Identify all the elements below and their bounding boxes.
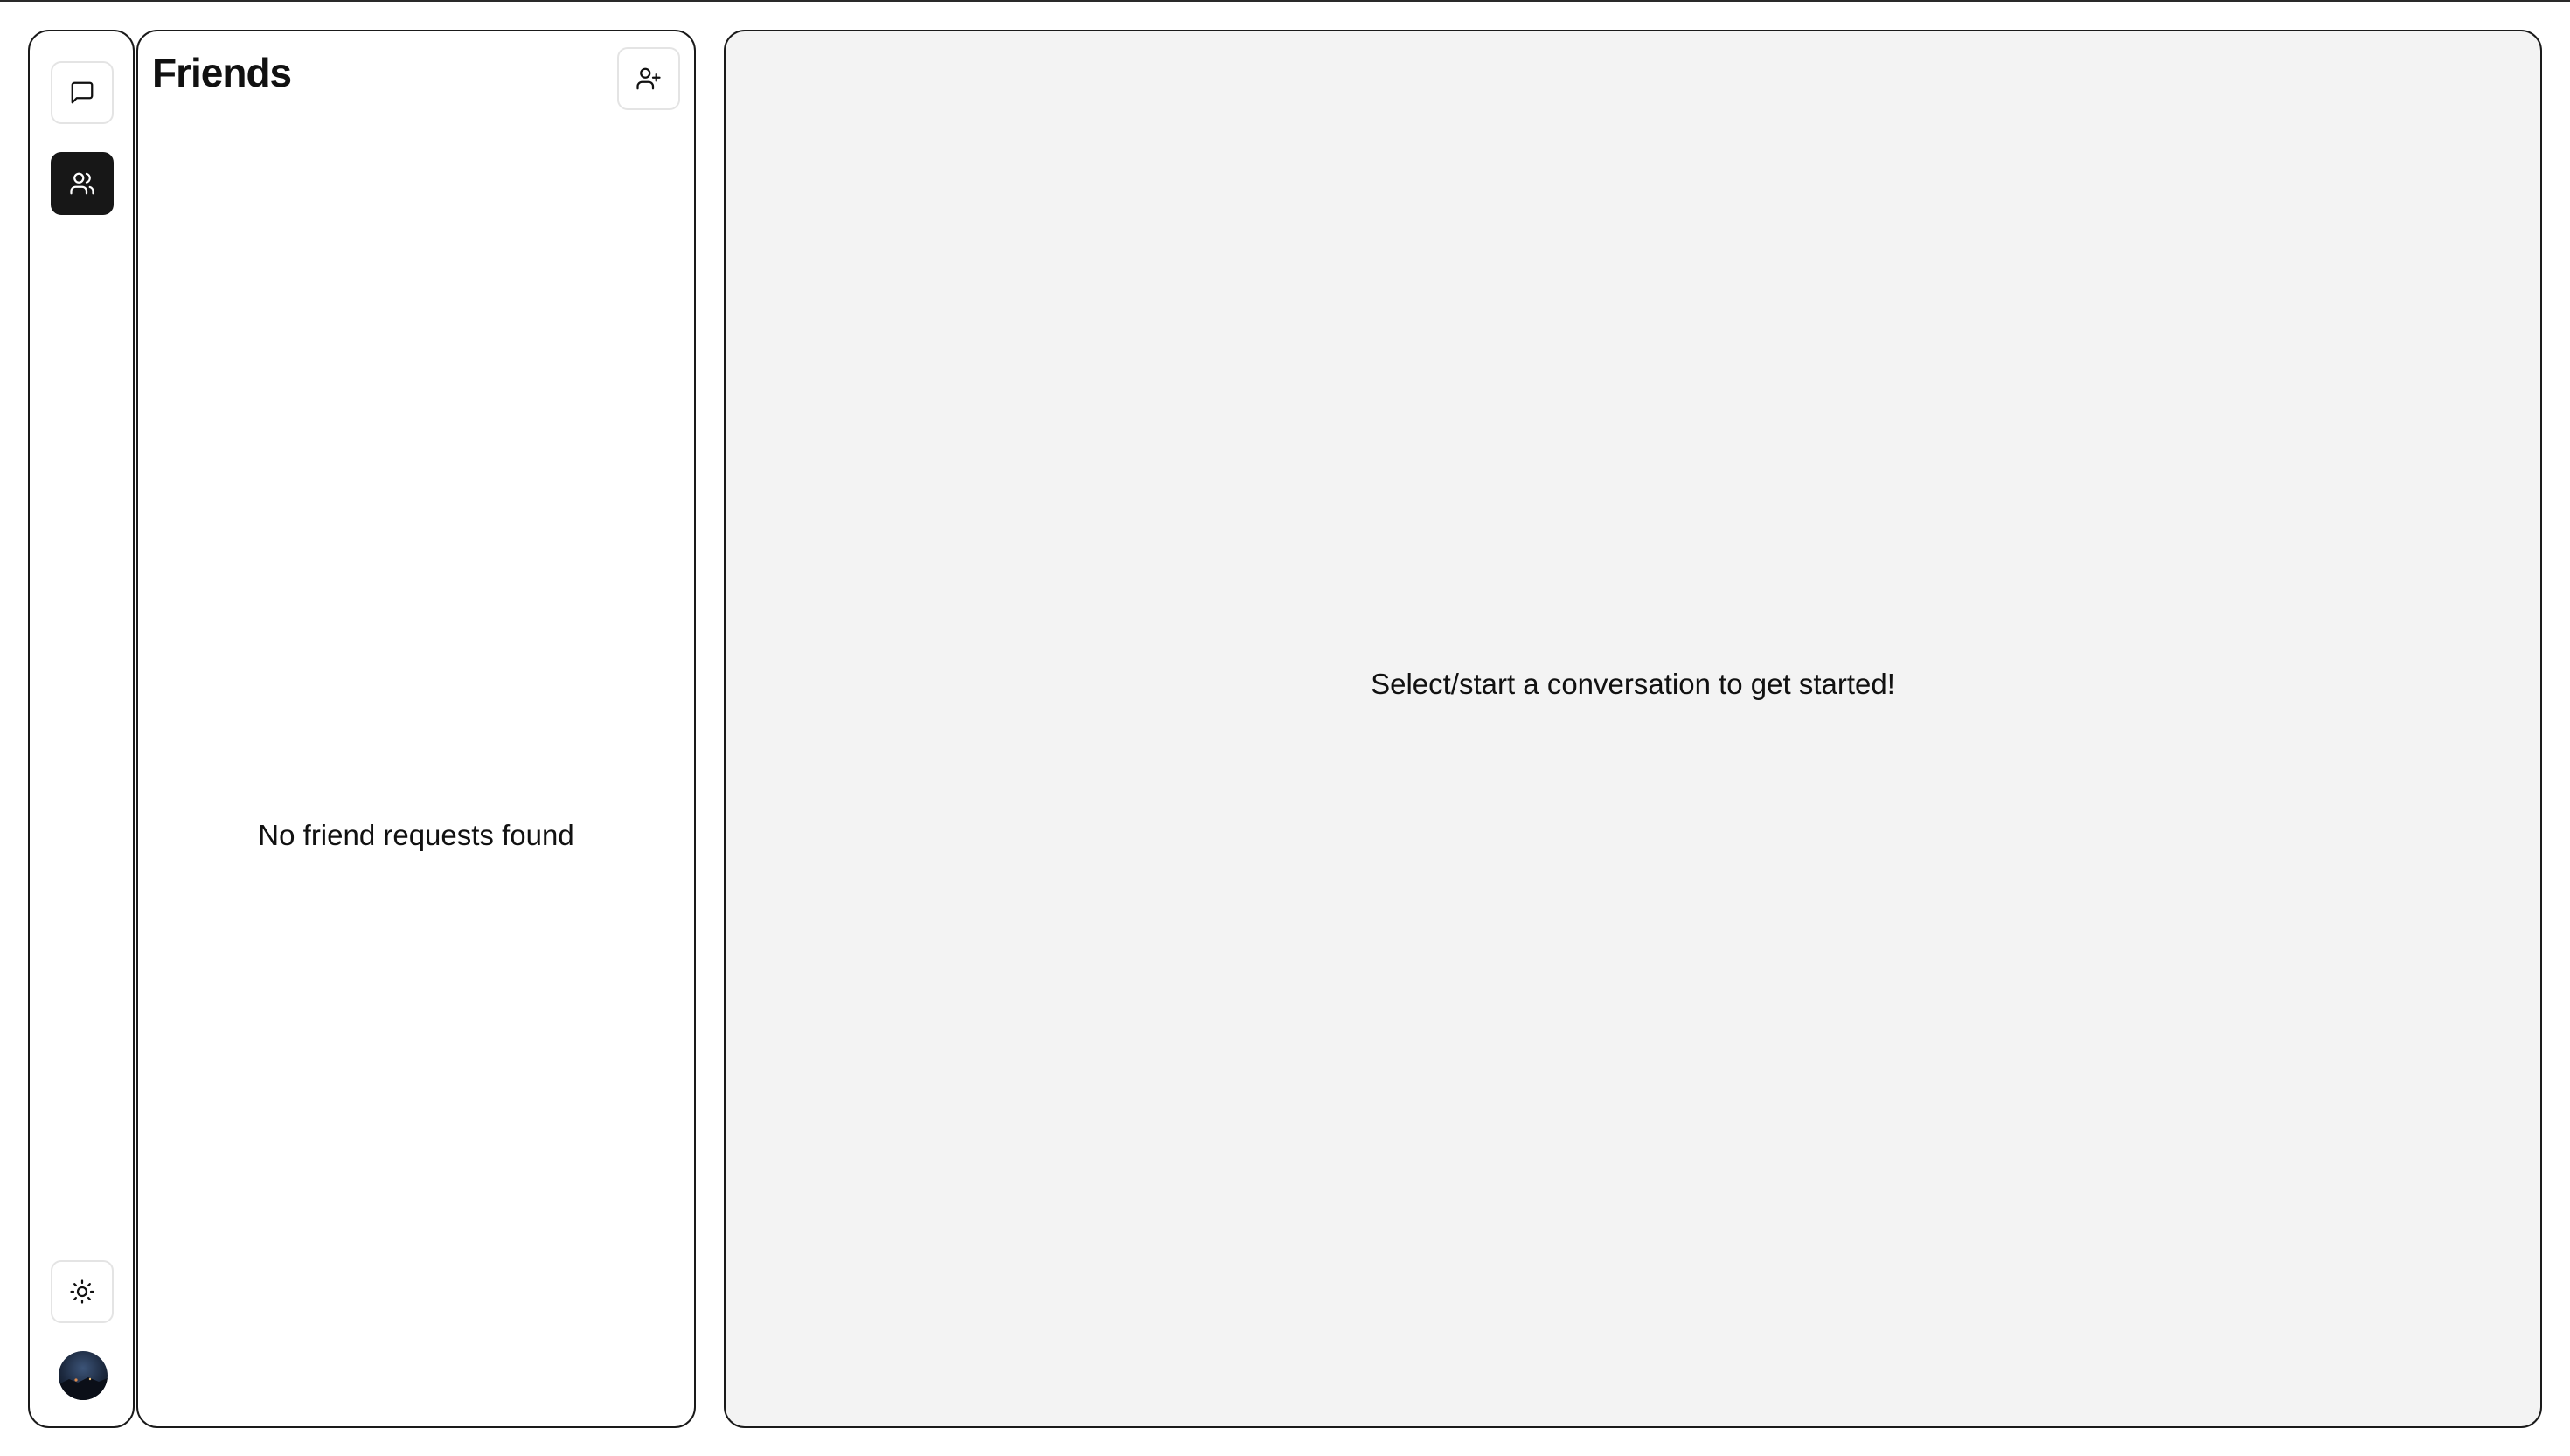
icon-rail xyxy=(28,30,135,1428)
conversation-area: Select/start a conversation to get start… xyxy=(724,30,2542,1428)
users-icon xyxy=(70,172,94,195)
user-plus-icon xyxy=(636,67,661,90)
friends-panel: Friends No friend requests found xyxy=(136,30,696,1428)
empty-friend-requests-message: No friend requests found xyxy=(258,819,574,851)
empty-conversation-message: Select/start a conversation to get start… xyxy=(1371,668,1895,701)
add-friend-button[interactable] xyxy=(617,47,680,110)
sun-icon xyxy=(70,1279,94,1304)
conversations-button[interactable] xyxy=(51,61,114,124)
message-square-icon xyxy=(71,81,94,104)
avatar-image xyxy=(59,1351,108,1400)
top-divider xyxy=(0,0,2570,2)
friends-button[interactable] xyxy=(51,152,114,215)
theme-toggle-button[interactable] xyxy=(51,1260,114,1323)
page-title: Friends xyxy=(152,50,292,95)
user-avatar[interactable] xyxy=(59,1351,108,1400)
